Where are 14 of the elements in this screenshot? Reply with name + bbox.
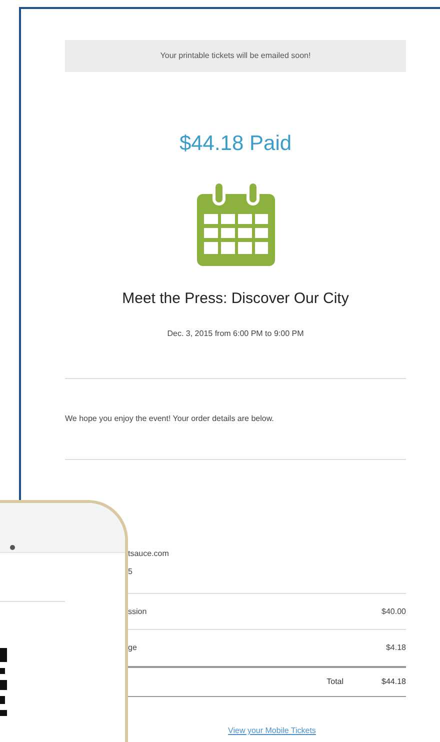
buyer-detail: tsauce.com [128,548,170,560]
total-amount: $44.18 [382,676,406,688]
total-label: Total [326,676,344,688]
event-title: Meet the Press: Discover Our City [121,288,350,308]
item-label: ssion [128,606,147,618]
mobile-tickets-link[interactable]: View your Mobile Tickets [228,725,316,737]
order-message: We hope you enjoy the event! Your order details are below. [65,413,275,425]
event-date: Dec. 3, 2015 from 6:00 PM to 9:00 PM [166,328,305,340]
buyer-detail: 5 [128,566,134,578]
item-label: ge [128,642,137,654]
notice-banner: Your printable tickets will be emailed soon! [65,40,406,72]
item-amount: $4.18 [386,642,406,654]
item-amount: $40.00 [382,606,406,618]
amount-paid: $44.18 Paid [178,131,293,157]
